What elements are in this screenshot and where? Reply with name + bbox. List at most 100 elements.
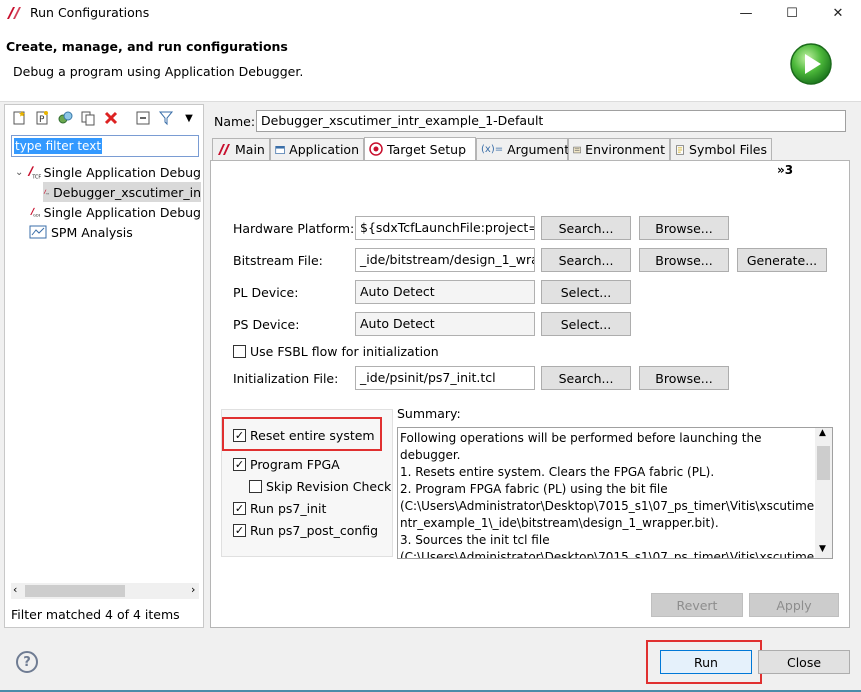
scrollbar-thumb[interactable] bbox=[25, 585, 125, 597]
name-label: Name: bbox=[214, 114, 256, 129]
init-file-search-button[interactable]: Search... bbox=[541, 366, 631, 390]
close-window-button[interactable]: ✕ bbox=[815, 0, 861, 26]
run-ps7-post-config-row[interactable]: ✓ Run ps7_post_config bbox=[233, 523, 378, 538]
summary-line: (C:\Users\Administrator\Desktop\7015_s1\… bbox=[400, 499, 814, 513]
filter-input-text: type filter text bbox=[14, 138, 103, 154]
svg-text:GDB: GDB bbox=[33, 214, 40, 218]
filter-status: Filter matched 4 of 4 items bbox=[11, 607, 180, 622]
svg-text:TCF: TCF bbox=[46, 194, 49, 196]
init-file-label: Initialization File: bbox=[233, 371, 339, 386]
xilinx-tcf-icon: TCF bbox=[27, 166, 41, 180]
skip-revision-checkbox[interactable] bbox=[249, 480, 262, 493]
bitstream-generate-button[interactable]: Generate... bbox=[737, 248, 827, 272]
name-input[interactable]: Debugger_xscutimer_intr_example_1-Defaul… bbox=[256, 110, 846, 132]
scroll-right-icon[interactable]: › bbox=[191, 583, 195, 596]
reset-system-row[interactable]: ✓ Reset entire system bbox=[233, 428, 375, 443]
summary-line: 3. Sources the init tcl file bbox=[400, 533, 550, 547]
tab-main[interactable]: Main bbox=[212, 138, 270, 160]
tree-item-label: Debugger_xscutimer_in bbox=[53, 184, 201, 200]
init-file-browse-button[interactable]: Browse... bbox=[639, 366, 729, 390]
bitstream-file-input[interactable]: _ide/bitstream/design_1_wrap bbox=[355, 248, 535, 272]
scroll-left-icon[interactable]: ‹ bbox=[13, 583, 17, 596]
tree-item-label: Single Application Debug bbox=[43, 204, 201, 220]
scrollbar-thumb[interactable] bbox=[817, 446, 830, 480]
ps-device-select-button[interactable]: Select... bbox=[541, 312, 631, 336]
summary-label: Summary: bbox=[397, 406, 461, 421]
tab-arguments[interactable]: (x)= Arguments bbox=[476, 138, 576, 160]
export-icon[interactable] bbox=[55, 108, 75, 128]
pl-device-select-button[interactable]: Select... bbox=[541, 280, 631, 304]
ps-device-label: PS Device: bbox=[233, 317, 300, 332]
program-fpga-checkbox[interactable]: ✓ bbox=[233, 458, 246, 471]
summary-line: 1. Resets entire system. Clears the FPGA… bbox=[400, 465, 715, 479]
use-fsbl-checkbox[interactable] bbox=[233, 345, 246, 358]
tree-item-single-app-debug-gdb[interactable]: GDB Single Application Debug bbox=[29, 202, 201, 222]
run-ps7-init-checkbox[interactable]: ✓ bbox=[233, 502, 246, 515]
tab-overflow-chevron[interactable]: »3 bbox=[777, 163, 793, 177]
target-setup-panel: »3 Hardware Platform: ${sdxTcfLaunchFile… bbox=[210, 160, 850, 628]
new-configuration-icon[interactable] bbox=[9, 108, 29, 128]
expand-chevron-icon[interactable]: ⌄ bbox=[15, 167, 26, 178]
run-ps7-post-config-label: Run ps7_post_config bbox=[250, 523, 379, 538]
close-button[interactable]: Close bbox=[758, 650, 850, 674]
new-prototype-icon[interactable]: P bbox=[32, 108, 52, 128]
summary-vertical-scrollbar[interactable]: ▲ ▼ bbox=[815, 428, 832, 558]
title-bar: Run Configurations — ☐ ✕ bbox=[0, 0, 861, 26]
revert-button[interactable]: Revert bbox=[651, 593, 743, 617]
tab-environment[interactable]: Environment bbox=[568, 138, 670, 160]
tab-label: Arguments bbox=[507, 142, 576, 157]
program-fpga-row[interactable]: ✓ Program FPGA bbox=[233, 457, 340, 472]
tab-application[interactable]: Application bbox=[270, 138, 364, 160]
tab-symbol-files[interactable]: Symbol Files bbox=[670, 138, 772, 160]
view-menu-chevron-icon[interactable]: ▼ bbox=[179, 108, 199, 128]
window-title: Run Configurations bbox=[30, 5, 150, 20]
init-file-input[interactable]: _ide/psinit/ps7_init.tcl bbox=[355, 366, 535, 390]
skip-revision-row[interactable]: Skip Revision Check bbox=[249, 479, 391, 494]
collapse-all-icon[interactable] bbox=[133, 108, 153, 128]
horizontal-scrollbar[interactable]: ‹ › bbox=[11, 583, 199, 599]
tab-target-setup[interactable]: Target Setup bbox=[364, 137, 476, 160]
tree-item-label: Single Application Debug bbox=[43, 164, 201, 180]
use-fsbl-checkbox-row[interactable]: Use FSBL flow for initialization bbox=[233, 344, 439, 359]
scroll-down-icon[interactable]: ▼ bbox=[819, 544, 826, 554]
summary-line: ntr_example_1\_ide\bitstream\design_1_wr… bbox=[400, 516, 719, 530]
banner-description: Debug a program using Application Debugg… bbox=[13, 64, 304, 79]
bitstream-search-button[interactable]: Search... bbox=[541, 248, 631, 272]
filter-input[interactable]: type filter text bbox=[11, 135, 199, 157]
delete-icon[interactable] bbox=[101, 108, 121, 128]
config-tabs: Main Application Target Setup (x)= Argum… bbox=[210, 137, 850, 160]
tree-item-label: SPM Analysis bbox=[51, 224, 133, 240]
use-fsbl-label: Use FSBL flow for initialization bbox=[250, 344, 439, 359]
summary-textbox[interactable]: Following operations will be performed b… bbox=[397, 427, 833, 559]
hardware-platform-input[interactable]: ${sdxTcfLaunchFile:project=xs bbox=[355, 216, 535, 240]
run-ps7-init-row[interactable]: ✓ Run ps7_init bbox=[233, 501, 326, 516]
pl-device-label: PL Device: bbox=[233, 285, 299, 300]
duplicate-icon[interactable] bbox=[78, 108, 98, 128]
hardware-platform-search-button[interactable]: Search... bbox=[541, 216, 631, 240]
header-banner: Create, manage, and run configurations D… bbox=[0, 26, 861, 102]
run-ps7-post-config-checkbox[interactable]: ✓ bbox=[233, 524, 246, 537]
run-button[interactable]: Run bbox=[660, 650, 752, 674]
bitstream-file-label: Bitstream File: bbox=[233, 253, 323, 268]
tree-item-spm-analysis[interactable]: SPM Analysis bbox=[29, 222, 201, 242]
summary-line: debugger. bbox=[400, 448, 461, 462]
hardware-platform-browse-button[interactable]: Browse... bbox=[639, 216, 729, 240]
svg-text:TCF: TCF bbox=[32, 174, 41, 180]
skip-revision-label: Skip Revision Check bbox=[266, 479, 392, 494]
chart-icon bbox=[29, 225, 47, 239]
tab-label: Symbol Files bbox=[689, 142, 767, 157]
bitstream-browse-button[interactable]: Browse... bbox=[639, 248, 729, 272]
run-icon bbox=[790, 43, 832, 85]
svg-text:P: P bbox=[39, 115, 45, 125]
tree-item-single-app-debug-tcf[interactable]: ⌄ TCF Single Application Debug bbox=[5, 162, 201, 182]
filter-icon[interactable] bbox=[156, 108, 176, 128]
tree-item-debugger-config[interactable]: TCF Debugger_xscutimer_in bbox=[43, 182, 201, 202]
arguments-icon: (x)= bbox=[481, 144, 504, 155]
environment-icon bbox=[573, 146, 581, 153]
minimize-button[interactable]: — bbox=[723, 0, 769, 26]
apply-button[interactable]: Apply bbox=[749, 593, 839, 617]
scroll-up-icon[interactable]: ▲ bbox=[819, 428, 826, 438]
reset-system-checkbox[interactable]: ✓ bbox=[233, 429, 246, 442]
maximize-button[interactable]: ☐ bbox=[769, 0, 815, 26]
help-icon[interactable]: ? bbox=[16, 651, 38, 673]
